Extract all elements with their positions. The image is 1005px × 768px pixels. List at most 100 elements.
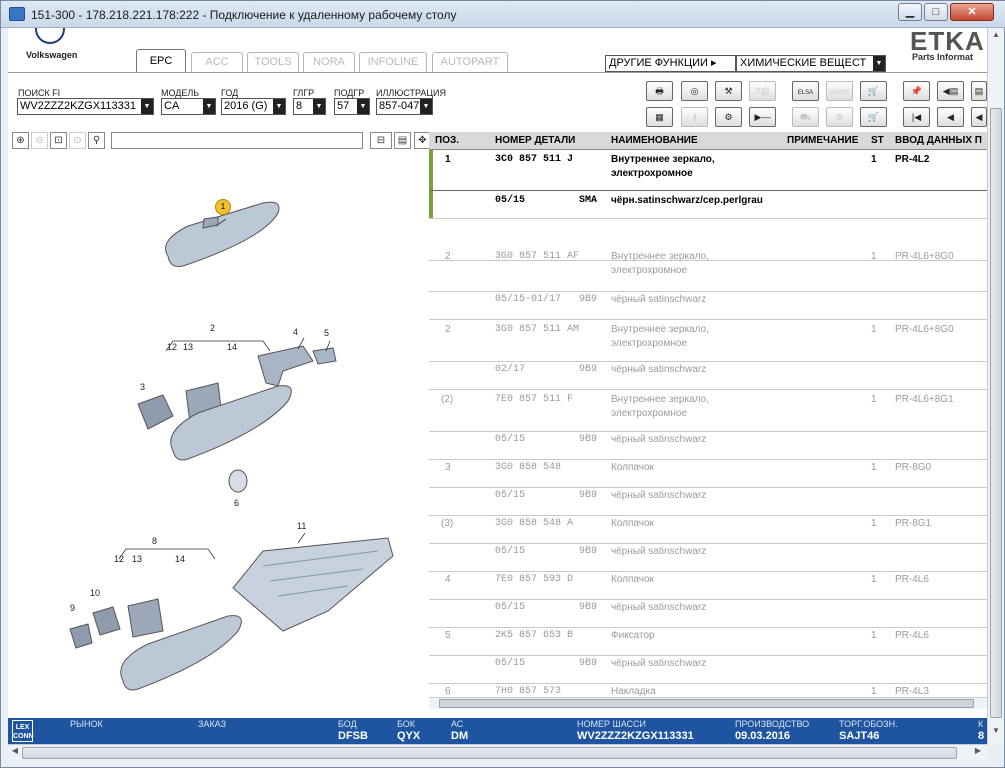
vertical-scrollbar[interactable]: ▲ ▼ xyxy=(987,28,1004,744)
illustration-select[interactable]: 857-047 ▼ xyxy=(376,98,433,115)
table-row[interactable]: 6 7H0 857 573 Накладка 1 PR-4L3 xyxy=(429,684,987,697)
col-note[interactable]: ПРИМЕЧАНИЕ xyxy=(787,135,858,146)
table-row[interactable]: 05/15 9B9 чёрный satinschwarz xyxy=(429,600,987,628)
image-address-field[interactable] xyxy=(111,132,363,149)
chassis-value: WV2ZZZ2KZGX113331 xyxy=(577,730,694,742)
tab-autopart[interactable]: AUTOPART xyxy=(432,52,508,72)
col-pos[interactable]: ПОЗ. xyxy=(435,135,459,146)
vertical-scroll-thumb[interactable] xyxy=(990,108,1002,718)
scroll-down-icon[interactable]: ▼ xyxy=(990,726,1002,740)
vehicle-button[interactable]: ⛟ xyxy=(792,107,819,127)
depot-button[interactable]: DEPOT xyxy=(826,81,853,101)
table-row[interactable]: электрохромное xyxy=(429,219,987,292)
table-row[interactable]: 4 7E0 857 593 D Колпачок 1 PR-4L6 xyxy=(429,572,987,600)
model-select[interactable]: CA ▼ xyxy=(161,98,216,115)
callout-14[interactable]: 14 xyxy=(227,342,237,352)
col-st[interactable]: ST xyxy=(871,135,884,146)
subgroup-select[interactable]: 57 ▼ xyxy=(334,98,370,115)
next-page-button[interactable]: ◀ xyxy=(971,107,987,127)
print-button[interactable]: 🖶 xyxy=(646,81,673,101)
close-button[interactable]: ✕ xyxy=(950,3,994,21)
table-row[interactable]: 05/15 9B9 чёрный satinschwarz xyxy=(429,656,987,684)
table-row[interactable]: (3) 3G0 858 548 A Колпачок 1 PR-8G1 xyxy=(429,516,987,544)
bike-button[interactable]: ⚙ xyxy=(715,107,742,127)
row-name: Накладка xyxy=(611,686,656,697)
row-input: PR-4L3 xyxy=(895,686,929,697)
magnifier-icon[interactable]: ⚲ xyxy=(88,132,105,149)
disc-button[interactable]: ◎ xyxy=(681,81,708,101)
table-scroll-thumb[interactable] xyxy=(439,699,974,708)
callout-3[interactable]: 3 xyxy=(140,382,145,392)
callout-14b[interactable]: 14 xyxy=(175,554,185,564)
chevron-down-icon: ▼ xyxy=(313,99,325,114)
tab-acc[interactable]: ACC xyxy=(191,52,243,72)
table-row[interactable]: 05/15 9B9 чёрный satinschwarz xyxy=(429,488,987,516)
split-view-icon[interactable]: ⊟ xyxy=(370,132,392,149)
callout-12[interactable]: 12 xyxy=(167,342,177,352)
table-horizontal-scrollbar[interactable] xyxy=(429,697,987,709)
help-button[interactable]: ?@ xyxy=(749,81,776,101)
col-name[interactable]: НАИМЕНОВАНИЕ xyxy=(611,135,698,146)
layout-icon[interactable]: ▤ xyxy=(394,132,411,149)
table-row[interactable]: 1 3C0 857 511 J Внутреннее зеркало, элек… xyxy=(429,150,987,191)
table-row[interactable]: 05/15 9B9 чёрный satinschwarz xyxy=(429,432,987,460)
zoom-in-icon[interactable]: ⊕ xyxy=(12,132,29,149)
other-functions-menu[interactable]: ДРУГИЕ ФУНКЦИИ ▸ xyxy=(605,55,736,72)
minimize-button[interactable]: ▁ xyxy=(898,3,922,21)
callout-5[interactable]: 5 xyxy=(324,328,329,338)
zoom-fit-icon[interactable]: ⊙ xyxy=(69,132,86,149)
scroll-left-icon[interactable]: ◀ xyxy=(9,746,21,760)
callout-6[interactable]: 6 xyxy=(234,498,239,508)
zoom-out-icon[interactable]: ⊖ xyxy=(31,132,48,149)
table-row[interactable]: 02/17 9B9 чёрный satinschwarz xyxy=(429,362,987,390)
row-name: чёрный satinschwarz xyxy=(611,490,707,501)
table-row[interactable]: 05/15 SMA чёрн.satinschwarz/сер.perlgrau xyxy=(429,191,987,219)
year-select[interactable]: 2016 (G) ▼ xyxy=(221,98,286,115)
zoom-area-icon[interactable]: ⊡ xyxy=(50,132,67,149)
col-part-number[interactable]: НОМЕР ДЕТАЛИ xyxy=(495,135,575,146)
table-row[interactable]: 05/15-01/17 9B9 чёрный satinschwarz xyxy=(429,292,987,320)
table-row[interactable]: 5 2K5 857 653 B Фиксатор 1 PR-4L6 xyxy=(429,628,987,656)
callout-8[interactable]: 8 xyxy=(152,536,157,546)
cart-add-button[interactable]: 🛒 xyxy=(860,81,887,101)
prev-page-button[interactable]: ◀ xyxy=(937,107,964,127)
scroll-up-icon[interactable]: ▲ xyxy=(990,30,1002,44)
callout-13[interactable]: 13 xyxy=(183,342,193,352)
col-input[interactable]: ВВОД ДАННЫХ П xyxy=(895,135,982,146)
callout-13b[interactable]: 13 xyxy=(132,554,142,564)
cart-button[interactable]: 🛒 xyxy=(860,107,887,127)
tools-button[interactable]: ⚒ xyxy=(715,81,742,101)
callout-12b[interactable]: 12 xyxy=(114,554,124,564)
chemicals-select[interactable]: ХИМИЧЕСКИЕ ВЕЩЕСТ ▼ xyxy=(736,55,886,72)
table-row[interactable]: 05/15 9B9 чёрный satinschwarz xyxy=(429,544,987,572)
main-group-select[interactable]: 8 ▼ xyxy=(293,98,326,115)
tab-nora[interactable]: NORA xyxy=(303,52,355,72)
list-view-button[interactable]: ▦ xyxy=(646,107,673,127)
table-row[interactable]: (2) 7E0 857 511 F Внутреннее зеркало, эл… xyxy=(429,390,987,432)
scroll-right-icon[interactable]: ▶ xyxy=(972,746,984,760)
table-row[interactable]: 2 3G0 857 511 AM Внутреннее зеркало, эле… xyxy=(429,320,987,362)
key-button[interactable]: ⚷ xyxy=(681,107,708,127)
fi-search-field[interactable]: WV2ZZZ2KZGX113331 ▼ xyxy=(17,98,154,115)
table-row[interactable]: 3 3G0 858 548 Колпачок 1 PR-8G0 xyxy=(429,460,987,488)
row-date: 05/15 xyxy=(495,490,526,501)
first-page-button[interactable]: |◀ xyxy=(903,107,930,127)
callout-9[interactable]: 9 xyxy=(70,603,75,613)
callout-pin-1[interactable]: 1 xyxy=(215,199,231,215)
callout-4[interactable]: 4 xyxy=(293,327,298,337)
document-button[interactable]: ▤ xyxy=(971,81,987,101)
horizontal-scrollbar[interactable]: ◀ ▶ xyxy=(8,744,987,761)
callout-10[interactable]: 10 xyxy=(90,588,100,598)
list-nav-button[interactable]: ◀▤ xyxy=(937,81,964,101)
parts-button[interactable]: ⚙ xyxy=(826,107,853,127)
callout-2[interactable]: 2 xyxy=(210,323,215,333)
callout-11[interactable]: 11 xyxy=(297,521,306,531)
maximize-button[interactable]: □ xyxy=(924,3,948,21)
pin-button[interactable]: 📌 xyxy=(903,81,930,101)
play-minus-button[interactable]: ▶— xyxy=(749,107,776,127)
tab-infoline[interactable]: INFOLINE xyxy=(359,52,427,72)
elsa-button[interactable]: ELSA xyxy=(792,81,819,101)
horizontal-scroll-thumb[interactable] xyxy=(22,747,957,759)
tab-tools[interactable]: TOOLS xyxy=(247,52,299,72)
tab-epc[interactable]: EPC xyxy=(136,49,186,72)
